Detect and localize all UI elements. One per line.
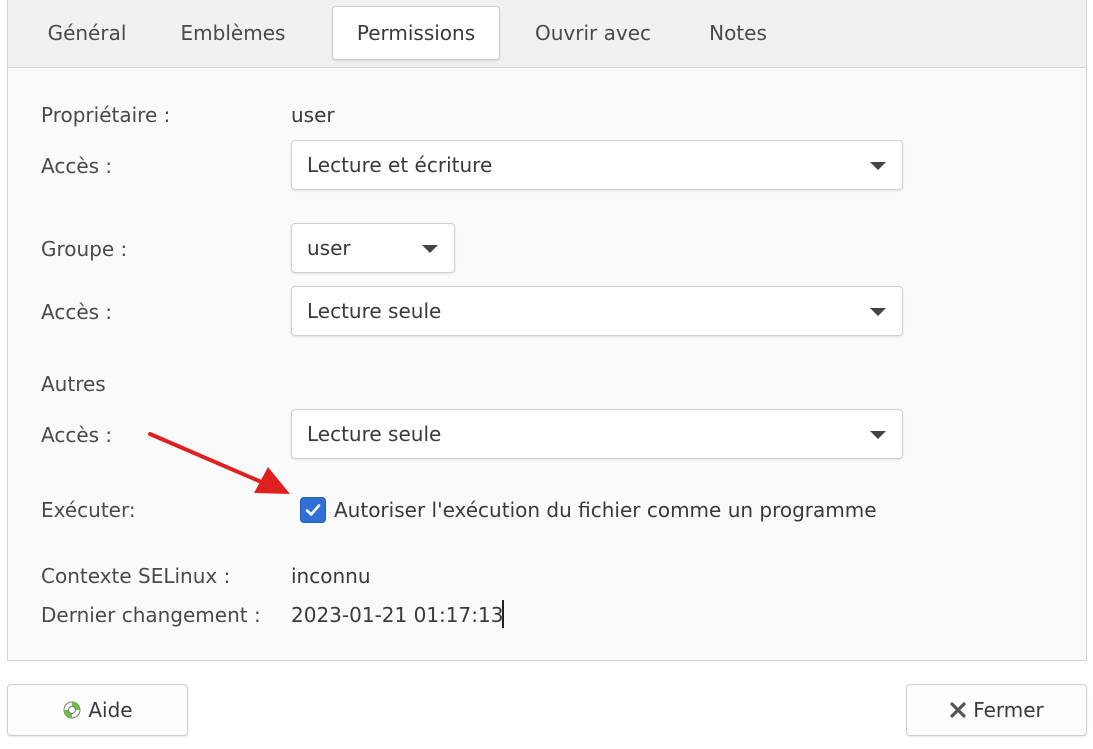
tab-label: Général [47, 21, 127, 45]
checkmark-icon [305, 504, 321, 516]
chevron-down-icon [870, 308, 886, 316]
others-label: Autres [41, 372, 106, 396]
others-access-value: Lecture seule [307, 422, 442, 446]
group-value: user [307, 236, 351, 260]
tab-emblems[interactable]: Emblèmes [168, 6, 298, 60]
execute-checkbox[interactable] [300, 497, 326, 523]
last-change-label: Dernier changement : [41, 603, 261, 627]
group-access-label: Accès : [41, 300, 113, 324]
chevron-down-icon [870, 431, 886, 439]
group-access-select[interactable]: Lecture seule [291, 286, 903, 336]
tab-general[interactable]: Général [32, 6, 142, 60]
last-change-value[interactable]: 2023-01-21 01:17:13 [291, 603, 503, 627]
others-access-select[interactable]: Lecture seule [291, 409, 903, 459]
group-access-value: Lecture seule [307, 299, 442, 323]
tab-notes[interactable]: Notes [693, 6, 783, 60]
tab-label: Emblèmes [180, 21, 286, 45]
tab-label: Notes [709, 21, 767, 45]
tab-label: Permissions [356, 21, 476, 45]
group-label: Groupe : [41, 237, 128, 261]
lifebuoy-icon [62, 700, 82, 720]
owner-access-select[interactable]: Lecture et écriture [291, 140, 903, 190]
owner-value: user [291, 103, 335, 127]
help-button-label: Aide [88, 698, 133, 722]
others-access-label: Accès : [41, 423, 113, 447]
owner-access-label: Accès : [41, 154, 113, 178]
close-button-label: Fermer [973, 698, 1044, 722]
text-cursor [502, 600, 504, 628]
owner-access-value: Lecture et écriture [307, 153, 493, 177]
notebook-tab-bar: Général Emblèmes Permissions Ouvrir avec… [7, 0, 1087, 68]
chevron-down-icon [422, 245, 438, 253]
execute-checkbox-label[interactable]: Autoriser l'exécution du fichier comme u… [334, 498, 877, 522]
group-select[interactable]: user [291, 223, 455, 273]
close-x-icon [949, 701, 967, 719]
selinux-value: inconnu [291, 564, 371, 588]
selinux-label: Contexte SELinux : [41, 564, 231, 588]
chevron-down-icon [870, 162, 886, 170]
close-button[interactable]: Fermer [906, 684, 1087, 736]
tab-open-with[interactable]: Ouvrir avec [523, 6, 663, 60]
tab-permissions[interactable]: Permissions [332, 6, 500, 60]
owner-label: Propriétaire : [41, 103, 171, 127]
help-button[interactable]: Aide [7, 684, 188, 736]
tab-label: Ouvrir avec [534, 21, 651, 45]
execute-label: Exécuter: [41, 498, 136, 522]
